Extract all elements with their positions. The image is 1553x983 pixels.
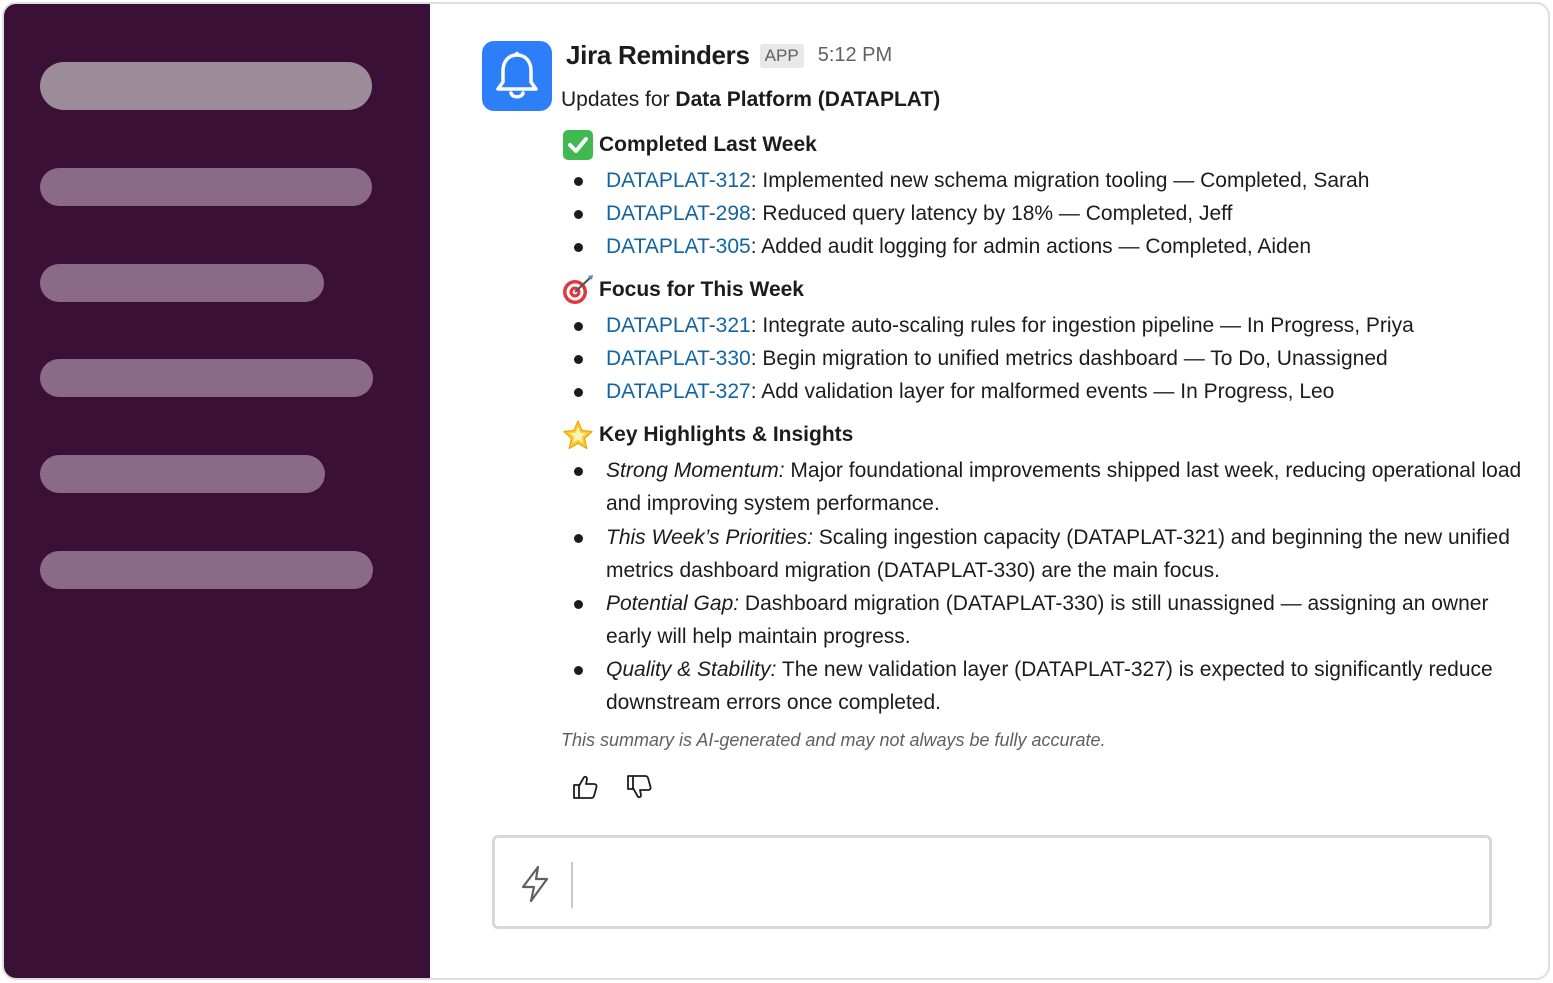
intro-project: Data Platform (DATAPLAT) — [675, 88, 941, 111]
list-item: DATAPLAT-321: Integrate auto-scaling rul… — [574, 314, 1414, 337]
thumbs-down-button[interactable] — [624, 772, 654, 802]
thumbs-down-icon — [627, 775, 652, 799]
section-focus-label: Focus for This Week — [599, 278, 804, 301]
list-item: Strong Momentum: Major foundational impr… — [574, 459, 1522, 515]
highlight-label: This Week’s Priorities: — [606, 526, 813, 549]
issue-link[interactable]: DATAPLAT-305 — [606, 235, 751, 258]
list-item: DATAPLAT-305: Added audit logging for ad… — [574, 235, 1312, 258]
message-composer — [492, 835, 1492, 929]
bot-name[interactable]: Jira Reminders — [566, 40, 750, 71]
sidebar-item-placeholder-3[interactable] — [40, 264, 324, 302]
section-completed-label: Completed Last Week — [599, 133, 817, 156]
sidebar-item-placeholder-5[interactable] — [40, 455, 325, 493]
lightning-icon[interactable] — [517, 864, 553, 904]
list-item: Potential Gap: Dashboard migration (DATA… — [574, 592, 1489, 648]
thumbs-up-icon — [573, 775, 598, 799]
sidebar-item-placeholder-1[interactable] — [40, 62, 372, 110]
message-pane: Jira Reminders APP 5:12 PM Updates for D… — [430, 4, 1548, 978]
thumbs-up-button[interactable] — [570, 772, 600, 802]
intro-prefix: Updates for — [561, 88, 676, 111]
highlight-label: Quality & Stability: — [606, 658, 777, 681]
composer-divider — [571, 862, 573, 908]
list-item: DATAPLAT-330: Begin migration to unified… — [574, 347, 1388, 370]
section-completed-title: Completed Last Week — [561, 130, 817, 160]
sidebar-item-placeholder-4[interactable] — [40, 359, 373, 397]
issue-link[interactable]: DATAPLAT-312 — [606, 169, 751, 192]
highlight-label: Potential Gap: — [606, 592, 740, 615]
list-item: DATAPLAT-312: Implemented new schema mig… — [574, 169, 1370, 192]
list-item: This Week’s Priorities: Scaling ingestio… — [574, 526, 1510, 582]
sidebar-item-placeholder-2[interactable] — [40, 168, 372, 206]
bot-avatar[interactable] — [482, 41, 552, 111]
list-item: DATAPLAT-327: Add validation layer for m… — [574, 380, 1335, 403]
highlight-label: Strong Momentum: — [606, 459, 785, 482]
star-icon — [561, 420, 595, 450]
message-header: Jira Reminders APP 5:12 PM — [566, 40, 892, 71]
message-input[interactable] — [583, 858, 1463, 910]
feedback-reactions — [570, 772, 654, 802]
check-mark-icon — [561, 130, 595, 160]
section-highlights-title: Key Highlights & Insights — [561, 420, 853, 450]
issue-link[interactable]: DATAPLAT-327 — [606, 380, 751, 403]
section-highlights-label: Key Highlights & Insights — [599, 423, 854, 446]
issue-link[interactable]: DATAPLAT-330 — [606, 347, 751, 370]
app-window: Jira Reminders APP 5:12 PM Updates for D… — [2, 2, 1550, 980]
section-focus-title: Focus for This Week — [561, 275, 804, 305]
ai-disclaimer: This summary is AI-generated and may not… — [561, 730, 1106, 750]
sidebar-item-placeholder-6[interactable] — [40, 551, 373, 589]
bell-icon — [496, 51, 538, 99]
list-item: DATAPLAT-298: Reduced query latency by 1… — [574, 202, 1233, 225]
issue-link[interactable]: DATAPLAT-298 — [606, 202, 751, 225]
message-intro: Updates for Data Platform (DATAPLAT) — [561, 88, 940, 112]
list-item: Quality & Stability: The new validation … — [574, 658, 1493, 714]
sidebar — [4, 4, 430, 978]
target-icon — [561, 275, 595, 305]
app-badge: APP — [759, 43, 804, 68]
message-timestamp[interactable]: 5:12 PM — [818, 44, 892, 67]
issue-link[interactable]: DATAPLAT-321 — [606, 314, 751, 337]
